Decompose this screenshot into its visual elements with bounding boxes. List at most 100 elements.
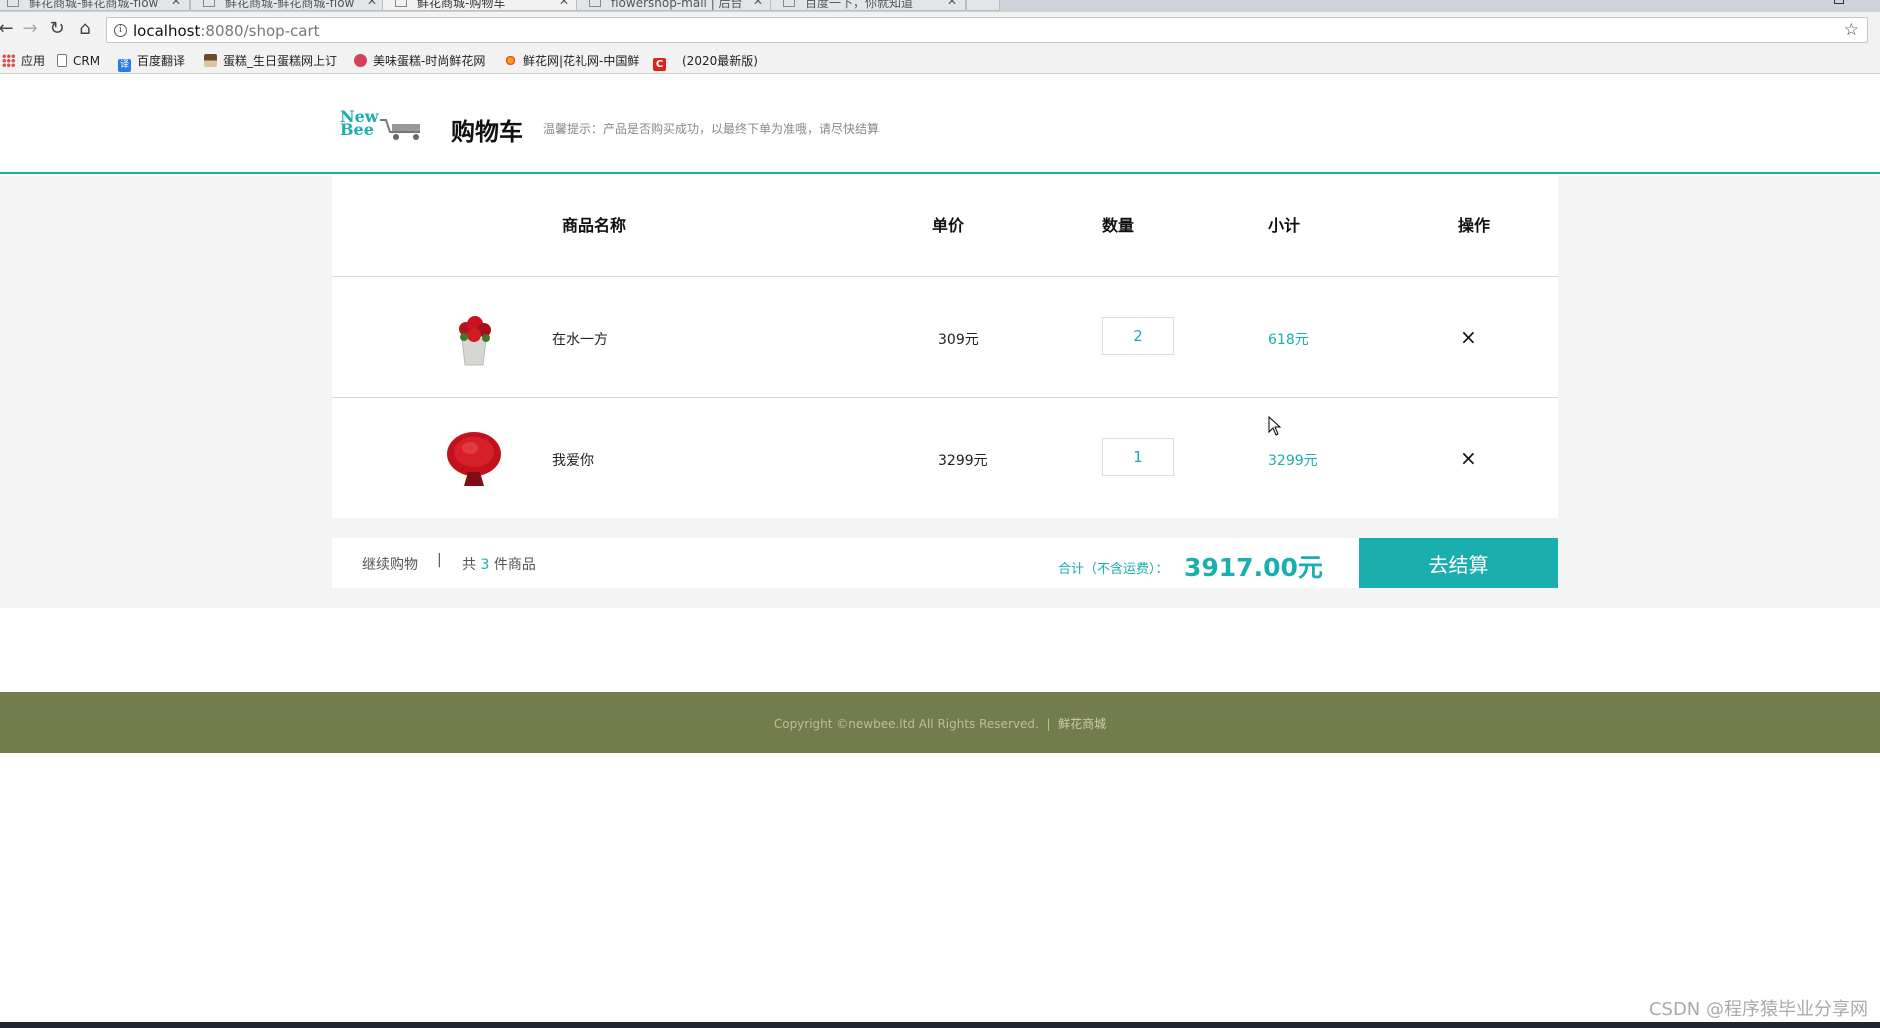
count-suffix: 件商品 bbox=[493, 557, 536, 573]
remove-item-icon[interactable]: × bbox=[1460, 446, 1477, 470]
browser-tab[interactable]: 鲜花商城-鲜花商城-flow ✕ bbox=[0, 0, 190, 11]
apps-grid-icon bbox=[2, 54, 15, 67]
page-icon bbox=[395, 0, 407, 7]
cake-icon bbox=[204, 54, 217, 67]
count-prefix: 共 bbox=[462, 557, 476, 573]
tab-title: 鲜花商城-鲜花商城-flow bbox=[29, 0, 159, 10]
browser-toolbar: ← → ↻ ⌂ i localhost:8080/shop-cart ☆ bbox=[0, 12, 1880, 48]
bookmark-label: 蛋糕_生日蛋糕网上订 bbox=[223, 54, 338, 68]
product-subtotal: 3299元 bbox=[1268, 453, 1318, 469]
browser-tab-strip: 鲜花商城-鲜花商城-flow ✕ 鲜花商城-鲜花商城-flow ✕ 鲜花商城-购… bbox=[0, 0, 1880, 12]
product-thumbnail[interactable] bbox=[444, 307, 504, 367]
url-path: :8080/shop-cart bbox=[200, 22, 320, 40]
site-header: New Bee 购物车 温馨提示：产品是否购买成功，以最终下单为准哦，请尽快结算 bbox=[0, 74, 1880, 174]
product-subtotal: 618元 bbox=[1268, 332, 1309, 348]
cart-table: 商品名称 单价 数量 小计 操作 在水一方 309元 618元 × 我爱你 bbox=[332, 176, 1558, 518]
reminder-tip: 温馨提示：产品是否购买成功，以最终下单为准哦，请尽快结算 bbox=[543, 122, 880, 136]
restore-window-icon[interactable] bbox=[1834, 0, 1844, 4]
flower-logo-icon bbox=[504, 54, 517, 67]
reload-icon[interactable]: ↻ bbox=[47, 19, 67, 39]
address-bar[interactable]: i localhost:8080/shop-cart ☆ bbox=[106, 17, 1868, 43]
close-icon[interactable]: ✕ bbox=[171, 0, 181, 8]
translate-icon: 译 bbox=[118, 59, 131, 72]
column-header-subtotal: 小计 bbox=[1268, 216, 1301, 235]
csdn-icon: C bbox=[653, 58, 666, 71]
newbee-logo[interactable]: New Bee bbox=[340, 109, 424, 142]
bookmark-label: 百度翻译 bbox=[137, 54, 186, 68]
page-icon bbox=[7, 0, 19, 7]
back-arrow-icon[interactable]: ← bbox=[0, 19, 16, 39]
checkout-button[interactable]: 去结算 bbox=[1359, 538, 1558, 588]
column-header-name: 商品名称 bbox=[562, 216, 627, 235]
bookmark-crm[interactable]: CRM bbox=[57, 52, 100, 70]
tab-title: 鲜花商城-购物车 bbox=[417, 0, 506, 10]
browser-tab[interactable]: 百度一下，你就知道 ✕ bbox=[770, 0, 966, 11]
bookmark-label: 应用 bbox=[21, 54, 46, 68]
column-header-price: 单价 bbox=[932, 216, 965, 235]
item-count: 共 3 件商品 bbox=[462, 554, 536, 574]
tab-title: 鲜花商城-鲜花商城-flow bbox=[225, 0, 355, 10]
close-icon[interactable]: ✕ bbox=[753, 0, 763, 8]
url-host: localhost bbox=[133, 22, 201, 40]
footer-home-link[interactable]: 鲜花商城 bbox=[1058, 717, 1106, 731]
total-label: 合计（不含运费）： bbox=[1058, 562, 1169, 577]
bookmark-label: (2020最新版) bbox=[682, 54, 758, 68]
bookmark-csdn[interactable]: C (2020最新版) bbox=[653, 52, 758, 71]
count-number: 3 bbox=[480, 557, 490, 573]
baidu-icon bbox=[783, 0, 795, 7]
continue-shopping-link[interactable]: 继续购物 bbox=[362, 554, 418, 574]
watermark: CSDN @程序猿毕业分享网 bbox=[1648, 999, 1868, 1020]
bookmark-label: 鲜花网|花礼网-中国鲜 bbox=[523, 54, 640, 68]
product-price: 3299元 bbox=[938, 453, 988, 469]
separator: | bbox=[437, 552, 442, 568]
column-header-action: 操作 bbox=[1458, 216, 1491, 235]
forward-arrow-icon[interactable]: → bbox=[20, 19, 40, 39]
footer-separator: | bbox=[1046, 717, 1051, 731]
shopping-cart-logo-icon bbox=[380, 119, 420, 140]
quantity-input[interactable] bbox=[1102, 438, 1174, 476]
browser-tab[interactable]: 鲜花商城-鲜花商城-flow ✕ bbox=[190, 0, 386, 11]
page-icon bbox=[57, 54, 67, 67]
copyright-text: Copyright ©newbee.ltd All Rights Reserve… bbox=[773, 717, 1039, 731]
cart-summary-bar: 继续购物 | 共 3 件商品 合计（不含运费）： 3917.00元 去结算 bbox=[332, 538, 1558, 588]
url-text[interactable]: localhost:8080/shop-cart bbox=[133, 22, 320, 40]
product-price: 309元 bbox=[938, 332, 979, 348]
column-header-qty: 数量 bbox=[1102, 216, 1135, 235]
new-tab-button[interactable] bbox=[966, 0, 1000, 11]
page-icon bbox=[203, 0, 215, 7]
home-icon[interactable]: ⌂ bbox=[75, 19, 95, 39]
bookmark-cake[interactable]: 蛋糕_生日蛋糕网上订 bbox=[204, 52, 337, 70]
bookmark-label: 美味蛋糕-时尚鲜花网 bbox=[373, 54, 486, 68]
bookmark-star-icon[interactable]: ☆ bbox=[1844, 20, 1859, 40]
bookmark-apps[interactable]: 应用 bbox=[2, 52, 45, 70]
mouse-cursor-icon bbox=[1268, 416, 1282, 436]
info-icon[interactable]: i bbox=[114, 24, 127, 37]
remove-item-icon[interactable]: × bbox=[1460, 325, 1477, 349]
product-name[interactable]: 我爱你 bbox=[552, 450, 594, 470]
bookmark-flower-cake[interactable]: 美味蛋糕-时尚鲜花网 bbox=[354, 52, 485, 70]
close-icon[interactable]: ✕ bbox=[559, 0, 569, 8]
flower-icon bbox=[354, 54, 367, 67]
logo-text: New Bee bbox=[340, 109, 379, 139]
tab-title: 百度一下，你就知道 bbox=[805, 0, 914, 10]
browser-tab[interactable]: flowershop-mall | 后台 ✕ bbox=[576, 0, 772, 11]
copyright: Copyright ©newbee.ltd All Rights Reserve… bbox=[0, 715, 1880, 732]
total-value: 3917.00元 bbox=[1184, 553, 1323, 582]
page-title: 购物车 bbox=[451, 118, 523, 146]
cart-row: 我爱你 3299元 3299元 × bbox=[332, 397, 1558, 518]
cart-row: 在水一方 309元 618元 × bbox=[332, 276, 1558, 397]
bookmark-label: CRM bbox=[73, 54, 101, 68]
bookmark-baidu-translate[interactable]: 译百度翻译 bbox=[118, 52, 186, 72]
page-icon bbox=[589, 0, 601, 7]
tab-title: flowershop-mall | 后台 bbox=[611, 0, 743, 10]
quantity-input[interactable] bbox=[1102, 317, 1174, 355]
taskbar bbox=[0, 1022, 1880, 1028]
browser-tab-active[interactable]: 鲜花商城-购物车 ✕ bbox=[382, 0, 578, 11]
product-thumbnail[interactable] bbox=[444, 428, 504, 488]
close-icon[interactable]: ✕ bbox=[367, 0, 377, 8]
close-icon[interactable]: ✕ bbox=[947, 0, 957, 8]
product-name[interactable]: 在水一方 bbox=[552, 329, 608, 349]
site-footer: Copyright ©newbee.ltd All Rights Reserve… bbox=[0, 692, 1880, 753]
bookmark-flower-net[interactable]: 鲜花网|花礼网-中国鲜 bbox=[504, 52, 639, 70]
logo-line2: Bee bbox=[340, 120, 374, 139]
